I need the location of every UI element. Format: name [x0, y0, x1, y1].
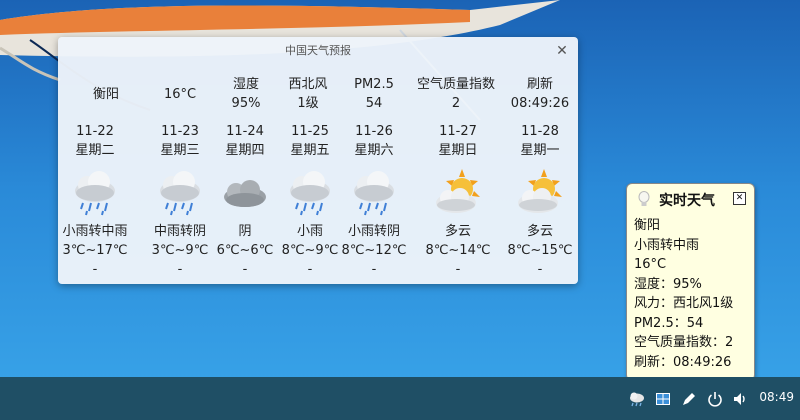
forecast-day: 11-28 星期一多云 8℃~15℃ -: [500, 122, 580, 279]
current-temp: 16°C: [163, 87, 197, 102]
partly-cloudy-icon: [514, 167, 566, 219]
realtime-weather-tooltip: 实时天气 ✕ 衡阳 小雨转中雨 16°C 湿度：95% 风力：西北风1级 PM2…: [626, 183, 755, 392]
current-refresh: 刷新 08:49:26: [504, 75, 576, 113]
window-titlebar: 中国天气预报 ✕: [58, 37, 578, 65]
refresh-time: 08:49:26: [510, 96, 570, 111]
tooltip-line: 16°C: [634, 257, 667, 272]
forecast-temp-range: 8℃~15℃: [507, 243, 573, 258]
humidity-label: 湿度: [232, 77, 259, 92]
tooltip-lines: 衡阳 小雨转中雨 16°C 湿度：95% 风力：西北风1级 PM2.5：54 空…: [634, 216, 733, 372]
aqi-value: 2: [451, 96, 461, 111]
weather-forecast-window: 中国天气预报 ✕ 衡阳 16°C 湿度 95% 西北风 1级 PM2.5 54 …: [58, 37, 578, 284]
forecast-description: 小雨转中雨: [62, 224, 128, 239]
overcast-icon: [219, 167, 271, 219]
current-humidity: 湿度 95%: [218, 75, 274, 113]
forecast-day: 11-27 星期日多云 8℃~14℃ -: [418, 122, 498, 279]
tooltip-close-icon[interactable]: ✕: [733, 192, 746, 205]
volume-icon[interactable]: [732, 390, 750, 408]
tooltip-line: 刷新：08:49:26: [634, 354, 732, 370]
forecast-extra: -: [92, 262, 98, 277]
current-wind: 西北风 1级: [280, 75, 336, 113]
aqi-label: 空气质量指数: [416, 77, 495, 92]
taskbar-clock[interactable]: 08:49: [759, 390, 794, 404]
pen-icon[interactable]: [680, 390, 698, 408]
power-icon[interactable]: [706, 390, 724, 408]
pm25-label: PM2.5: [354, 77, 394, 92]
current-conditions: 衡阳 16°C 湿度 95% 西北风 1级 PM2.5 54 空气质量指数 2 …: [58, 75, 578, 115]
humidity-value: 95%: [231, 96, 261, 111]
tooltip-line: 风力：西北风1级: [634, 296, 734, 311]
tooltip-line: 小雨转中雨: [634, 237, 700, 253]
current-city: 衡阳: [92, 87, 119, 102]
tooltip-line: 衡阳: [634, 218, 661, 233]
rain-cloud-icon: [284, 167, 336, 219]
tooltip-line: 空气质量指数：2: [634, 335, 734, 350]
forecast-date: 11-26: [355, 124, 393, 139]
tooltip-header: 实时天气 ✕: [627, 184, 754, 214]
forecast-extra: -: [537, 262, 543, 277]
forecast-extra: -: [371, 262, 377, 277]
window-title: 中国天气预报: [285, 44, 351, 57]
rain-cloud-icon: [69, 167, 121, 219]
forecast-weekday: 星期六: [354, 143, 394, 158]
forecast-temp-range: 8℃~12℃: [341, 243, 407, 258]
close-icon[interactable]: ✕: [554, 37, 570, 65]
forecast-temp-range: 3℃~17℃: [62, 243, 128, 258]
tooltip-title: 实时天气: [659, 193, 715, 209]
forecast-extra: -: [455, 262, 461, 277]
forecast-description: 多云: [526, 224, 553, 239]
forecast-weekday: 星期日: [438, 143, 478, 158]
forecast-date: 11-22: [76, 124, 114, 139]
tooltip-line: PM2.5：54: [634, 315, 704, 331]
current-pm25: PM2.5 54: [346, 75, 402, 113]
wind-direction: 西北风: [288, 77, 328, 92]
forecast-day: 11-22 星期二小雨转中雨 3℃~17℃ -: [55, 122, 135, 279]
forecast-date: 11-27: [439, 124, 477, 139]
refresh-label: 刷新: [526, 77, 553, 92]
weather-tray-icon[interactable]: [628, 390, 646, 408]
partly-cloudy-icon: [432, 167, 484, 219]
forecast-temp-range: 8℃~14℃: [425, 243, 491, 258]
tooltip-line: 湿度：95%: [634, 276, 702, 292]
lightbulb-icon: [638, 191, 650, 206]
forecast-day: 11-26 星期六小雨转阴 8℃~12℃ -: [334, 122, 414, 279]
taskbar: 08:49: [0, 377, 800, 420]
current-aqi: 空气质量指数 2: [410, 75, 502, 113]
forecast-description: 小雨转阴: [347, 224, 400, 239]
forecast-weekday: 星期二: [75, 143, 115, 158]
forecast-weekday: 星期一: [520, 143, 560, 158]
pm25-value: 54: [365, 96, 383, 111]
rain-cloud-icon: [154, 167, 206, 219]
forecast-description: 多云: [444, 224, 471, 239]
rain-cloud-icon: [348, 167, 400, 219]
window-switcher-icon[interactable]: [654, 390, 672, 408]
forecast-date: 11-28: [521, 124, 559, 139]
wind-level: 1级: [297, 96, 319, 111]
